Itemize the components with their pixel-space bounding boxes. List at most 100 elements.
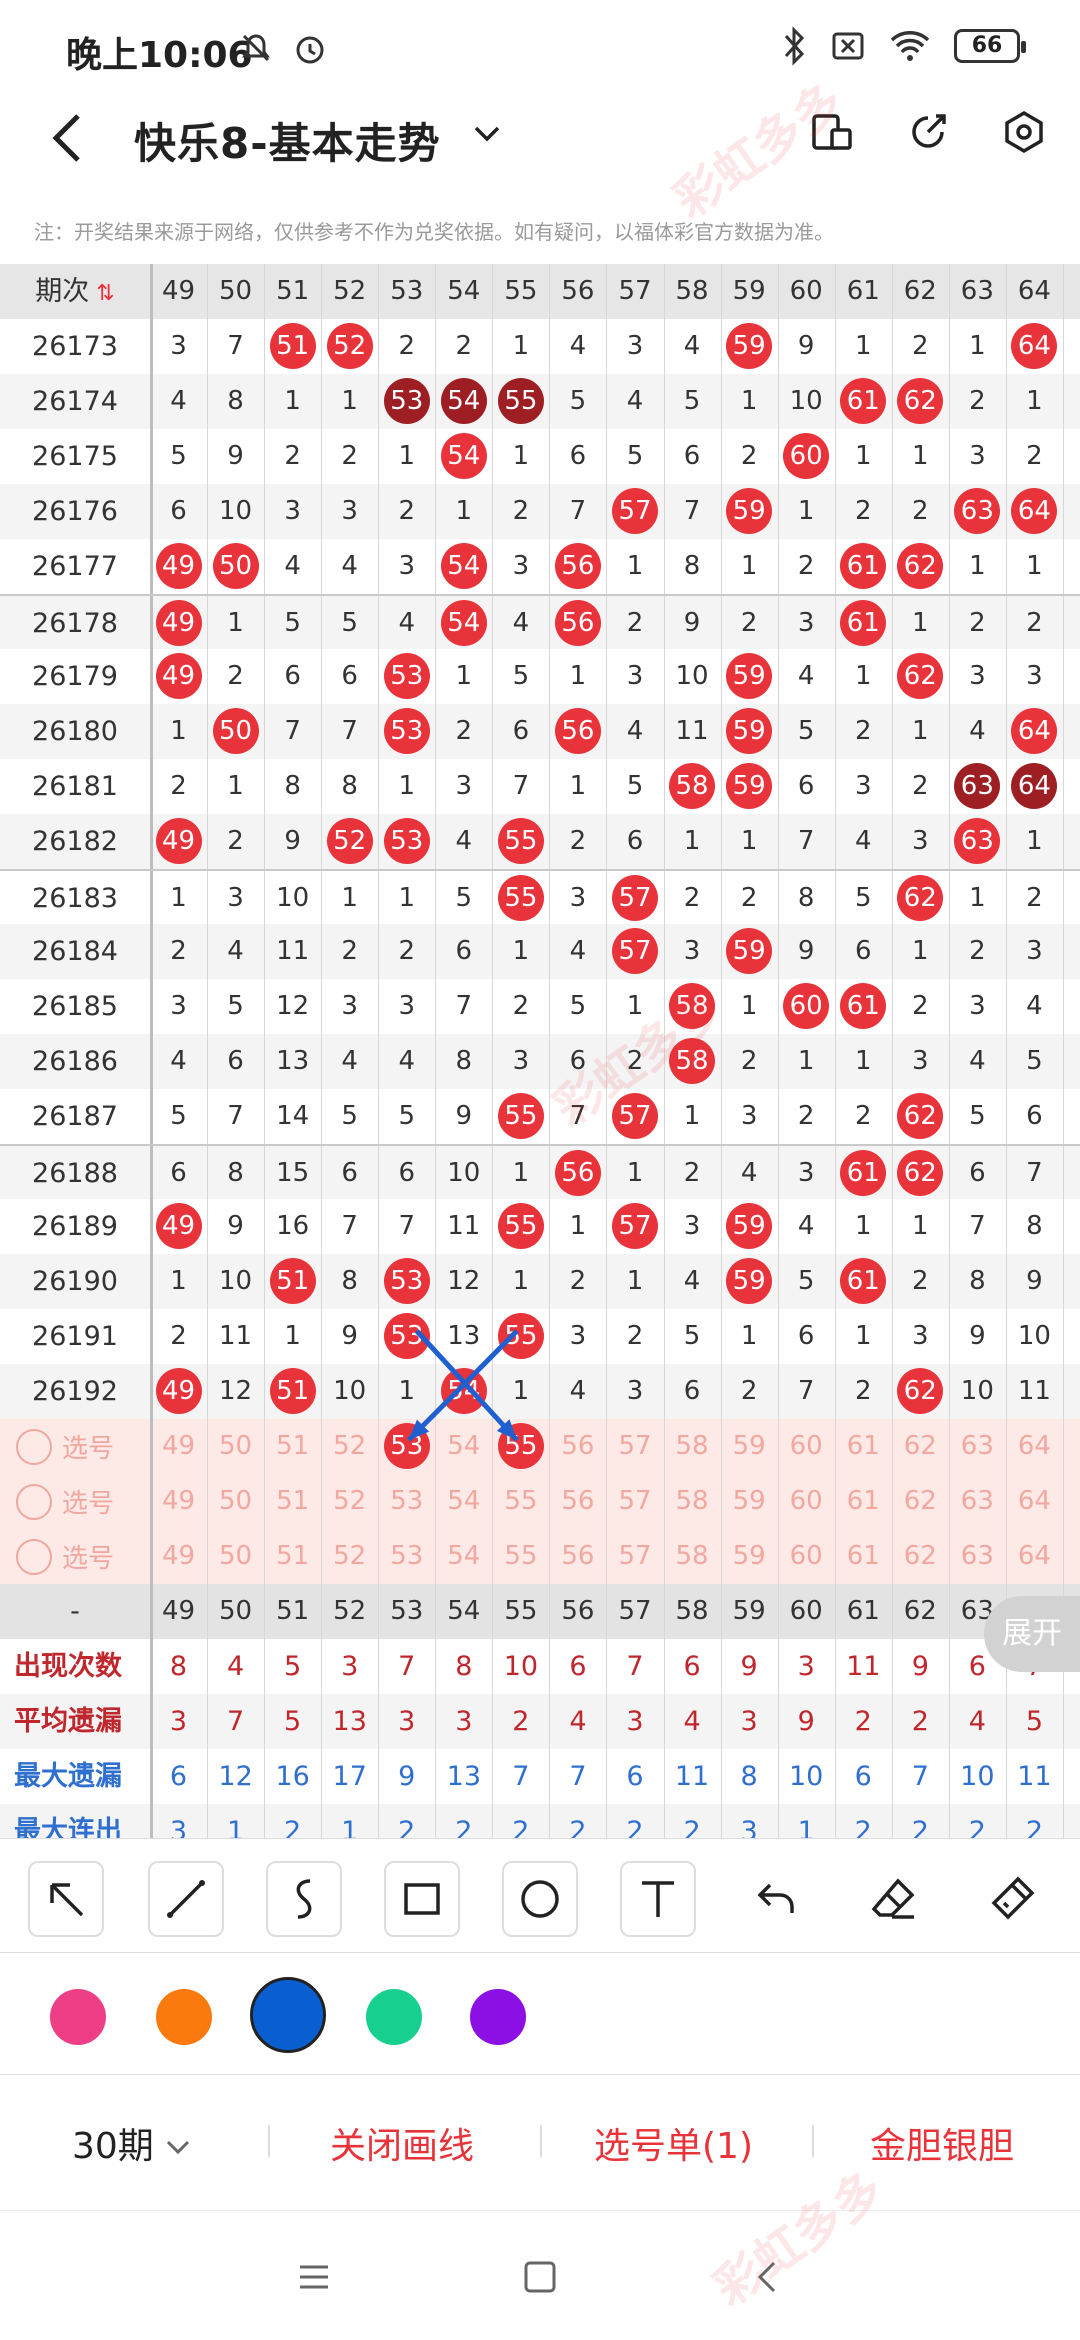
grid-cell: 7 (797, 1376, 815, 1406)
pick-number[interactable]: 57 (606, 1529, 663, 1584)
pick-number[interactable]: 61 (835, 1419, 892, 1474)
pick-number[interactable]: 63 (949, 1529, 1006, 1584)
grid-cell: 3 (626, 1376, 644, 1406)
share-icon[interactable] (906, 110, 950, 154)
selected-number-ball[interactable]: 53 (383, 1423, 430, 1469)
pick-number[interactable]: 61 (835, 1529, 892, 1584)
period-selector[interactable]: 30期 (72, 2117, 191, 2169)
color-swatch[interactable] (156, 1989, 212, 2045)
pick-number[interactable]: 60 (778, 1419, 835, 1474)
pick-number[interactable]: 57 (606, 1474, 663, 1529)
pick-number[interactable]: 56 (549, 1474, 606, 1529)
grid-cell: 5 (683, 1321, 701, 1351)
pick-number[interactable]: 58 (664, 1474, 721, 1529)
pick-row-label[interactable]: 选号 (16, 1483, 114, 1520)
pick-number[interactable]: 53 (378, 1419, 435, 1474)
pick-number[interactable]: 62 (892, 1474, 949, 1529)
menu-icon[interactable] (296, 2261, 332, 2293)
pick-number[interactable]: 62 (892, 1419, 949, 1474)
arrow-tool-icon (50, 1883, 84, 1917)
pick-number[interactable]: 49 (150, 1474, 207, 1529)
pick-number[interactable]: 52 (321, 1474, 378, 1529)
pick-number[interactable]: 55 (492, 1419, 549, 1474)
radio-circle-icon[interactable] (16, 1538, 52, 1575)
pick-number[interactable]: 56 (549, 1419, 606, 1474)
pick-number[interactable]: 58 (664, 1529, 721, 1584)
pick-number[interactable]: 52 (321, 1529, 378, 1584)
pick-number[interactable]: 63 (949, 1474, 1006, 1529)
pick-number[interactable]: 50 (207, 1474, 264, 1529)
pick-number[interactable]: 64 (1006, 1474, 1063, 1529)
pick-number[interactable]: 52 (321, 1419, 378, 1474)
table-row: 26182 49 2 9 52 53 4 55 2 6 1 1 7 4 3 63 1 (0, 814, 1080, 869)
clear-brush-button[interactable] (974, 1861, 1050, 1937)
arrow-tool-button[interactable] (28, 1861, 104, 1937)
color-swatch[interactable] (470, 1989, 526, 2045)
pick-number[interactable]: 55 (492, 1529, 549, 1584)
back-icon[interactable] (752, 2259, 782, 2295)
pick-number[interactable]: 49 (150, 1419, 207, 1474)
color-swatch[interactable] (50, 1989, 106, 2045)
pick-number[interactable]: 59 (721, 1419, 778, 1474)
pick-number[interactable]: 54 (435, 1529, 492, 1584)
pick-number[interactable]: 59 (721, 1474, 778, 1529)
pick-number[interactable]: 54 (435, 1419, 492, 1474)
selected-number-ball[interactable]: 55 (497, 1423, 544, 1469)
sort-icon[interactable]: ⇅ (89, 281, 114, 306)
pick-number[interactable]: 64 (1006, 1419, 1063, 1474)
back-arrow-icon[interactable] (40, 108, 100, 168)
page-title[interactable]: 快乐8-基本走势 (134, 110, 441, 171)
pick-number[interactable]: 60 (778, 1474, 835, 1529)
settings-hexagon-icon[interactable] (1002, 110, 1046, 154)
pick-row-label[interactable]: 选号 (16, 1538, 114, 1575)
pick-number[interactable]: 50 (207, 1419, 264, 1474)
color-swatch[interactable] (250, 1977, 326, 2053)
line-tool-button[interactable] (148, 1861, 224, 1937)
undo-button[interactable] (738, 1861, 814, 1937)
pick-number[interactable]: 55 (492, 1474, 549, 1529)
grid-cell: 5 (1026, 1046, 1043, 1076)
grid-cell: 2 (797, 1101, 815, 1131)
grid-cell: 6 (341, 1158, 358, 1188)
close-draw-button[interactable]: 关闭画线 (330, 2117, 474, 2169)
radio-circle-icon[interactable] (16, 1428, 52, 1465)
column-header: 61 (846, 276, 880, 306)
pick-number[interactable]: 50 (207, 1529, 264, 1584)
rectangle-tool-button[interactable] (384, 1861, 460, 1937)
pick-list-button[interactable]: 选号单(1) (594, 2117, 753, 2169)
gold-silver-button[interactable]: 金胆银胆 (870, 2117, 1014, 2169)
pick-number[interactable]: 51 (264, 1419, 321, 1474)
pick-number[interactable]: 60 (778, 1529, 835, 1584)
stat-label: 平均遗漏 (14, 1706, 122, 1737)
color-swatch[interactable] (366, 1989, 422, 2045)
pick-number[interactable]: 59 (721, 1529, 778, 1584)
pick-number[interactable]: 54 (435, 1474, 492, 1529)
pick-number[interactable]: 64 (1006, 1529, 1063, 1584)
chevron-down-icon[interactable] (472, 118, 502, 148)
grid-cell: 10 (219, 496, 253, 526)
curve-tool-button[interactable] (266, 1861, 342, 1937)
text-tool-button[interactable] (620, 1861, 696, 1937)
pick-number[interactable]: 49 (150, 1529, 207, 1584)
pick-number[interactable]: 57 (606, 1419, 663, 1474)
circle-tool-button[interactable] (502, 1861, 578, 1937)
home-icon[interactable] (522, 2259, 558, 2295)
pick-number[interactable]: 58 (664, 1419, 721, 1474)
expand-button[interactable]: 展开 (984, 1596, 1080, 1672)
pick-number[interactable]: 51 (264, 1529, 321, 1584)
eraser-button[interactable] (856, 1861, 932, 1937)
pick-number[interactable]: 56 (549, 1529, 606, 1584)
pick-number[interactable]: 62 (892, 1529, 949, 1584)
layout-switch-icon[interactable] (810, 110, 854, 154)
pick-number[interactable]: 51 (264, 1474, 321, 1529)
sim-off-icon (832, 32, 864, 60)
number-ball: 58 (669, 763, 716, 809)
pick-number[interactable]: 61 (835, 1474, 892, 1529)
header-issue-label[interactable]: 期次 ⇅ (0, 264, 150, 319)
radio-circle-icon[interactable] (16, 1483, 52, 1520)
grid-cell: 7 (227, 331, 244, 361)
pick-row-label[interactable]: 选号 (16, 1428, 114, 1465)
pick-number[interactable]: 53 (378, 1474, 435, 1529)
pick-number[interactable]: 53 (378, 1529, 435, 1584)
pick-number[interactable]: 63 (949, 1419, 1006, 1474)
